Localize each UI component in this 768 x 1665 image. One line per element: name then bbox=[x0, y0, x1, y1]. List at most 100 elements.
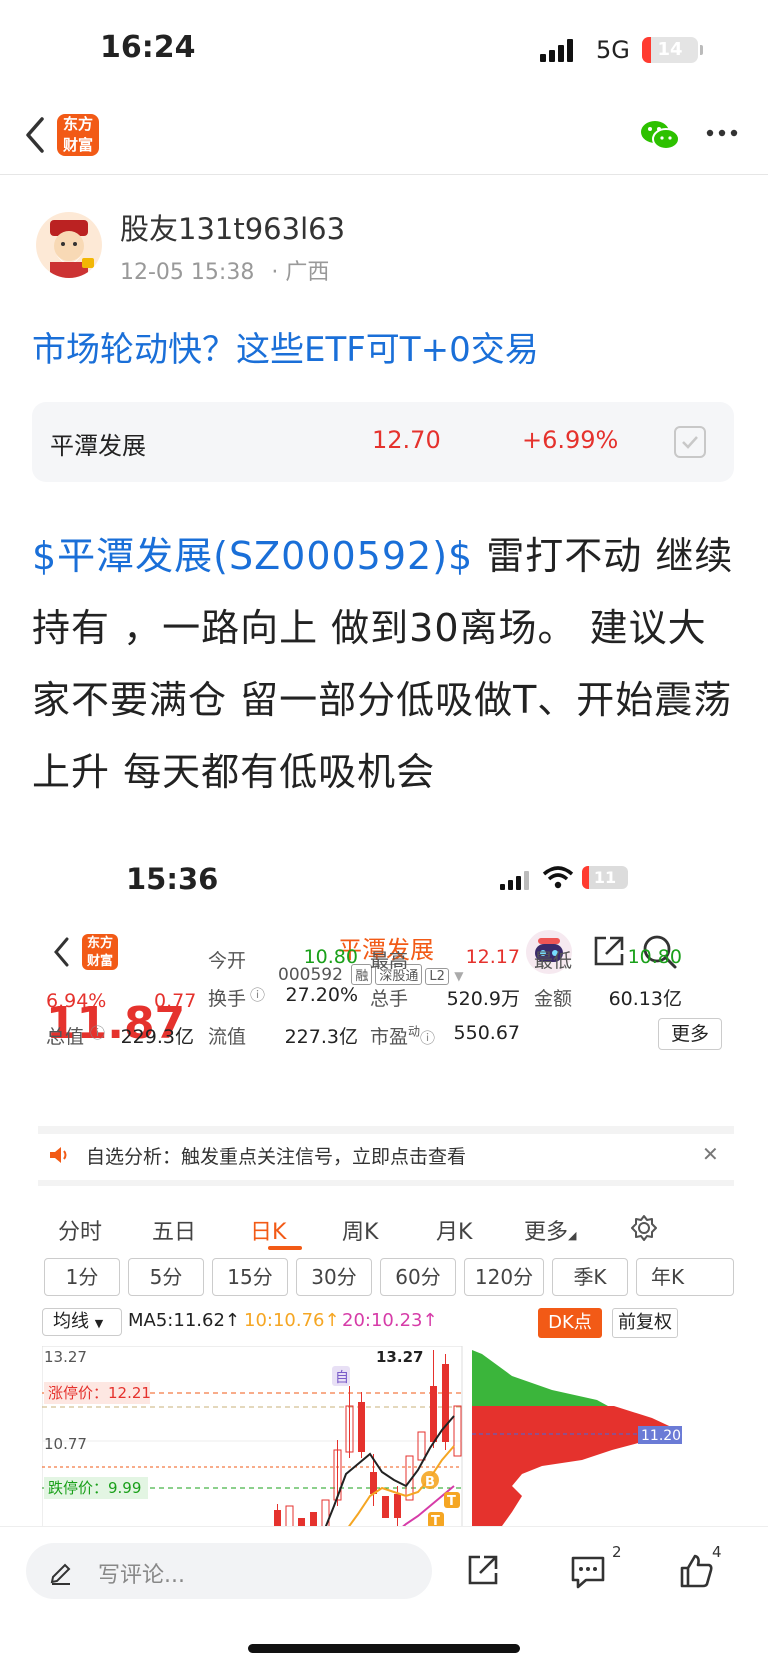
pen-icon bbox=[50, 1563, 71, 1585]
tab-more[interactable]: 更多◢ bbox=[524, 1214, 576, 1246]
change-percent: 6.94% bbox=[46, 990, 107, 1012]
period-quarter-k[interactable]: 季K bbox=[552, 1258, 628, 1296]
back-arrow-icon[interactable] bbox=[24, 116, 46, 154]
ma20-label: 20:10.23↑ bbox=[342, 1310, 438, 1331]
period-1min[interactable]: 1分 bbox=[44, 1258, 120, 1296]
comment-count: 2 bbox=[612, 1543, 622, 1561]
app-logo[interactable]: 东方 财富 bbox=[57, 114, 99, 156]
tab-weekly-k[interactable]: 周K bbox=[342, 1214, 378, 1246]
pe-value: 550.67 bbox=[453, 1022, 520, 1044]
float-cap-label: 流值 bbox=[208, 1026, 247, 1048]
comment-icon[interactable] bbox=[570, 1555, 606, 1589]
profile-price-label: 11.20 bbox=[641, 1428, 681, 1444]
period-year-k[interactable]: 年K bbox=[636, 1258, 734, 1296]
status-time: 16:24 bbox=[100, 30, 196, 65]
speaker-icon bbox=[50, 1147, 67, 1163]
tab-five-day[interactable]: 五日 bbox=[152, 1214, 196, 1246]
high-value: 12.17 bbox=[465, 946, 520, 968]
tab-monthly-k[interactable]: 月K bbox=[436, 1214, 472, 1246]
pe-label: 市盈动ⓘ bbox=[370, 1024, 436, 1048]
stock-card-change: +6.99% bbox=[522, 426, 619, 454]
nav-divider bbox=[0, 174, 768, 175]
kline-chart[interactable]: 13.27 10.77 涨停价：12.21 跌停价：9.99 13.27 自 B… bbox=[42, 1346, 682, 1530]
battery-level: 14 bbox=[657, 39, 683, 60]
ma-select[interactable]: 均线 ▼ bbox=[42, 1308, 122, 1336]
stock-card-name: 平潭发展 bbox=[50, 432, 146, 460]
post-meta: 12-05 15:38 · 广西 bbox=[120, 254, 329, 286]
network-label: 5G bbox=[596, 36, 630, 64]
screenshot-battery-icon: 11 bbox=[582, 866, 628, 889]
self-select-marker: 自 bbox=[335, 1370, 349, 1386]
change-amount: 0.77 bbox=[154, 990, 197, 1012]
limit-down-label: 跌停价：9.99 bbox=[48, 1479, 141, 1497]
like-count: 4 bbox=[712, 1543, 722, 1561]
volume-profile: 11.20 bbox=[472, 1350, 682, 1530]
forward-icon[interactable] bbox=[466, 1553, 500, 1587]
battery-nub bbox=[700, 45, 703, 55]
turnover-value: 27.20% bbox=[285, 984, 358, 1006]
open-label: 今开 bbox=[208, 950, 247, 972]
high-label: 最高 bbox=[370, 950, 409, 972]
total-cap-value: 229.3亿 bbox=[120, 1026, 194, 1048]
embedded-screenshot[interactable]: 15:36 11 东方 财富 平潭发展 000592 融深股通 L2 ▼ 11.87… bbox=[38, 850, 734, 1530]
period-30min[interactable]: 30分 bbox=[296, 1258, 372, 1296]
stock-code: 000592 bbox=[278, 965, 343, 985]
stock-card-price: 12.70 bbox=[372, 426, 441, 454]
section-divider-2 bbox=[38, 1180, 734, 1186]
post-title[interactable]: 市场轮动快？这些ETF可T+0交易 bbox=[32, 322, 539, 371]
volume-value: 520.9万 bbox=[446, 988, 520, 1010]
ma10-label: 10:10.76↑ bbox=[244, 1310, 340, 1331]
screenshot-signal-icon bbox=[500, 870, 534, 890]
pe-info-icon[interactable]: ⓘ bbox=[420, 1029, 435, 1047]
stock-card[interactable]: 平潭发展 12.70 +6.99% bbox=[32, 402, 734, 482]
add-watchlist-checkbox[interactable] bbox=[674, 426, 706, 458]
tab-daily-k[interactable]: 日K bbox=[250, 1214, 286, 1246]
notice-close-icon[interactable]: ✕ bbox=[702, 1142, 719, 1166]
stock-tag-link[interactable]: $平潭发展(SZ000592)$ bbox=[32, 534, 473, 578]
volume-label: 总手 bbox=[370, 988, 409, 1010]
period-5min[interactable]: 5分 bbox=[128, 1258, 204, 1296]
comment-input[interactable]: 写评论... bbox=[26, 1543, 432, 1599]
amount-label: 金额 bbox=[534, 988, 573, 1010]
like-icon[interactable] bbox=[678, 1553, 714, 1589]
max-price-marker: 13.27 bbox=[376, 1348, 423, 1366]
wechat-share-icon[interactable] bbox=[640, 118, 680, 152]
t-marker-1: T bbox=[447, 1494, 456, 1509]
more-options-icon[interactable] bbox=[706, 128, 738, 138]
limit-up-label: 涨停价：12.21 bbox=[48, 1384, 151, 1402]
low-label: 最低 bbox=[534, 950, 573, 972]
post-date: 12-05 15:38 bbox=[120, 260, 255, 285]
author-name[interactable]: 股友131t963l63 bbox=[120, 206, 345, 248]
quote-more-button[interactable]: 更多 bbox=[658, 1018, 722, 1050]
active-tab-indicator bbox=[268, 1246, 302, 1250]
avatar[interactable] bbox=[36, 212, 102, 278]
comment-placeholder: 写评论... bbox=[98, 1563, 185, 1588]
l2-tag: L2 bbox=[425, 968, 449, 985]
dk-point-button[interactable]: DK点 bbox=[538, 1308, 602, 1338]
info-icon[interactable]: ⓘ bbox=[90, 1022, 105, 1043]
screenshot-battery-level: 11 bbox=[593, 868, 617, 887]
check-icon bbox=[682, 436, 698, 449]
ma-row: 均线 ▼ MA5:11.62↑ 10:10.76↑ 20:10.23↑ DK点 … bbox=[38, 1308, 734, 1338]
turnover-info-icon[interactable]: ⓘ bbox=[250, 984, 265, 1005]
tab-intraday[interactable]: 分时 bbox=[58, 1214, 102, 1246]
notice-text[interactable]: 自选分析：触发重点关注信号，立即点击查看 bbox=[86, 1142, 466, 1169]
period-120min[interactable]: 120分 bbox=[464, 1258, 544, 1296]
period-60min[interactable]: 60分 bbox=[380, 1258, 456, 1296]
screenshot-status-time: 15:36 bbox=[126, 862, 219, 896]
chart-top-price: 13.27 bbox=[44, 1348, 87, 1366]
open-value: 10.80 bbox=[303, 946, 358, 968]
turnover-label: 换手 bbox=[208, 988, 247, 1010]
period-15min[interactable]: 15分 bbox=[212, 1258, 288, 1296]
adjust-button[interactable]: 前复权 bbox=[612, 1308, 678, 1338]
post-location: · 广西 bbox=[271, 260, 330, 285]
home-indicator bbox=[248, 1644, 520, 1653]
chart-mid-price: 10.77 bbox=[44, 1435, 87, 1453]
total-cap-label: 总值 bbox=[46, 1026, 85, 1048]
battery-icon: 14 bbox=[642, 37, 698, 63]
signal-icon bbox=[540, 38, 580, 62]
section-divider bbox=[38, 1126, 734, 1134]
ma5-label: MA5:11.62↑ bbox=[128, 1310, 240, 1331]
settings-gear-icon[interactable] bbox=[630, 1214, 658, 1242]
b-marker: B bbox=[425, 1475, 435, 1490]
